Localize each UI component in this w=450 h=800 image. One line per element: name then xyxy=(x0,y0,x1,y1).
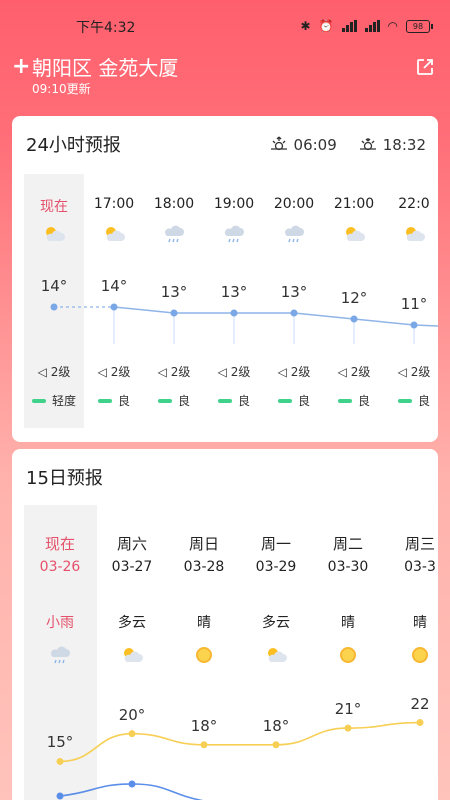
daily-high-point xyxy=(272,741,280,749)
hourly-temp-point xyxy=(230,309,238,317)
status-time: 下午4:32 xyxy=(76,20,136,36)
daily-high-line xyxy=(59,721,421,763)
daily-temperature-chart xyxy=(56,719,424,800)
app-header: + 朝阳区 金苑大厦 09:10更新 xyxy=(0,52,450,104)
hourly-temperature-chart xyxy=(50,303,438,344)
hourly-temp-point xyxy=(170,309,178,317)
daily-high-point xyxy=(56,757,64,765)
daily-high-point xyxy=(344,724,352,732)
wifi-icon: ◠ xyxy=(387,19,398,33)
daily-high-point xyxy=(200,741,208,749)
add-city-icon[interactable]: + xyxy=(12,56,30,78)
daily-high-point xyxy=(128,730,136,738)
update-time: 09:10更新 xyxy=(32,82,91,96)
signal-icon-2 xyxy=(364,20,380,32)
daily-low-point xyxy=(128,780,136,788)
daily-low-point xyxy=(56,792,64,800)
bluetooth-icon: ✱ xyxy=(300,19,311,33)
hourly-temp-point xyxy=(410,321,418,329)
hourly-temp-point xyxy=(50,303,58,311)
location-title[interactable]: 朝阳区 金苑大厦 xyxy=(32,55,178,81)
battery-icon: 98 xyxy=(406,19,433,33)
signal-icon xyxy=(341,20,357,32)
daily-forecast-card: 15日预报 现在 03-26 小雨 周六 03-27 多云 周日 03-28 晴周一 03-29 多… xyxy=(12,449,438,800)
hourly-temp-point xyxy=(110,303,118,311)
hourly-temp-line xyxy=(113,306,438,327)
status-bar: 下午4:32 ✱ ⏰ ◠ 98 xyxy=(0,0,450,52)
status-icons: ✱ ⏰ ◠ 98 xyxy=(300,17,433,35)
hourly-temp-point xyxy=(290,309,298,317)
hourly-temp-point xyxy=(350,315,358,323)
hourly-forecast-card: 24小时预报 06:09 18:32 现在 ◁ 2级 轻度 17:00 ◁ 2级良 18:… xyxy=(12,116,438,442)
daily-high-point xyxy=(416,719,424,727)
share-icon[interactable] xyxy=(416,58,434,76)
alarm-icon: ⏰ xyxy=(318,19,334,33)
